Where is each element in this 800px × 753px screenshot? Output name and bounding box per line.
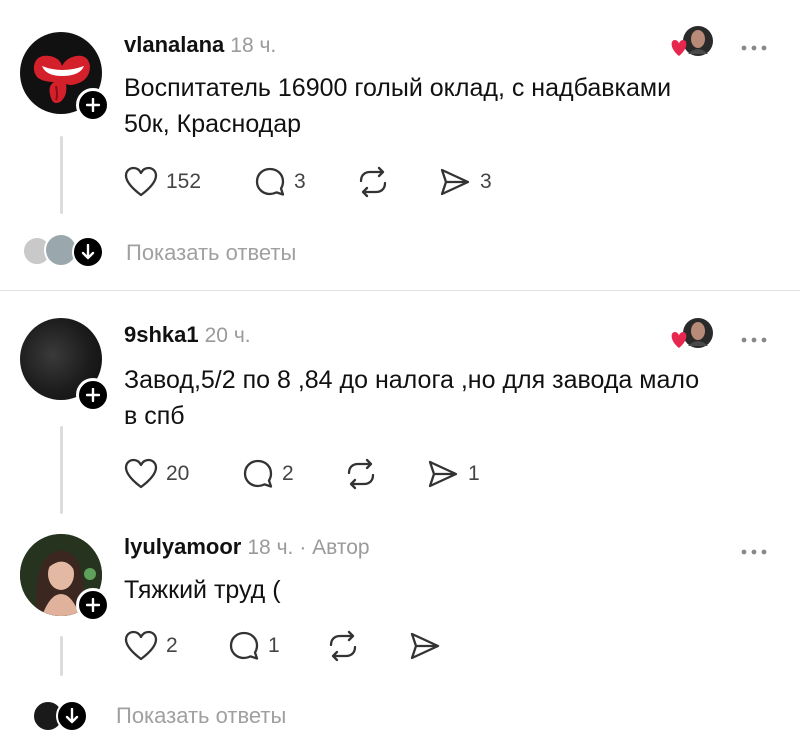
like-button[interactable]: 152 — [124, 166, 201, 198]
share-icon — [440, 168, 470, 196]
arrow-down-icon — [81, 244, 95, 260]
post-text-line: Тяжкий труд ( — [124, 576, 281, 604]
thread-line — [60, 136, 63, 214]
post-text-line: Воспитатель 16900 голый оклад, с надбавк… — [124, 74, 672, 102]
comment-button[interactable]: 3 — [254, 166, 306, 198]
thread-line — [60, 636, 63, 676]
comment-count: 2 — [282, 462, 294, 485]
comment-icon — [243, 459, 273, 488]
plus-icon — [86, 98, 100, 112]
comment-button[interactable]: 1 — [228, 630, 280, 662]
post-text-line: в спб — [124, 402, 185, 430]
follow-plus-button[interactable] — [76, 378, 110, 412]
heart-icon — [124, 166, 158, 197]
arrow-down-icon — [65, 708, 79, 724]
username[interactable]: vlanalana — [124, 32, 224, 57]
show-replies-link[interactable]: Показать ответы — [126, 240, 296, 266]
follow-plus-button[interactable] — [76, 88, 110, 122]
timestamp: 18 ч. — [230, 34, 277, 57]
like-button[interactable]: 2 — [124, 630, 178, 662]
heart-icon — [124, 630, 158, 661]
repost-icon — [347, 458, 375, 490]
repost-button[interactable] — [356, 166, 390, 198]
timestamp: 18 ч. — [247, 536, 294, 559]
more-options-button[interactable] — [740, 38, 768, 52]
post-text: Завод,5/2 по 8 ,84 до налога ,но для зав… — [124, 362, 699, 434]
post-text: Воспитатель 16900 голый оклад, с надбавк… — [124, 70, 671, 142]
more-icon — [741, 337, 767, 343]
more-options-button[interactable] — [740, 330, 768, 344]
repost-button[interactable] — [344, 458, 378, 490]
post-text-line: Завод,5/2 по 8 ,84 до налога ,но для зав… — [124, 366, 700, 394]
author-badge: · Автор — [299, 536, 370, 559]
heart-icon — [124, 458, 158, 489]
share-count: 3 — [480, 170, 492, 193]
like-count: 2 — [166, 634, 178, 657]
divider — [0, 290, 800, 291]
like-count: 152 — [166, 170, 202, 193]
username[interactable]: 9shka1 — [124, 322, 199, 347]
comment-count: 3 — [294, 170, 306, 193]
post-text-line: 50к, Краснодар — [124, 110, 302, 138]
share-icon — [410, 632, 440, 660]
follow-plus-button[interactable] — [76, 588, 110, 622]
post-header: vlanalana 18 ч. — [124, 32, 276, 58]
username[interactable]: lyulyamoor — [124, 534, 241, 559]
repost-icon — [359, 166, 387, 198]
timestamp: 20 ч. — [204, 324, 251, 347]
comment-icon — [255, 167, 285, 196]
more-options-button[interactable] — [740, 542, 768, 556]
liked-by-author-icon — [668, 24, 716, 62]
thread-line — [60, 426, 63, 514]
share-icon — [428, 460, 458, 488]
liked-by-author-icon — [668, 316, 716, 354]
share-button[interactable]: 1 — [426, 458, 480, 490]
post-header: lyulyamoor 18 ч. · Автор — [124, 534, 370, 560]
repost-button[interactable] — [326, 630, 360, 662]
comment-count: 1 — [268, 634, 280, 657]
repost-icon — [329, 630, 357, 662]
comment-button[interactable]: 2 — [242, 458, 294, 490]
more-icon — [741, 45, 767, 51]
plus-icon — [86, 388, 100, 402]
expand-replies-button[interactable] — [56, 700, 88, 732]
comment-icon — [229, 631, 259, 660]
share-button[interactable] — [408, 630, 442, 662]
like-button[interactable]: 20 — [124, 458, 189, 490]
share-count: 1 — [468, 462, 480, 485]
like-count: 20 — [166, 462, 190, 485]
post-header: 9shka1 20 ч. — [124, 322, 251, 348]
plus-icon — [86, 598, 100, 612]
share-button[interactable]: 3 — [438, 166, 492, 198]
show-replies-link[interactable]: Показать ответы — [116, 703, 286, 729]
expand-replies-button[interactable] — [72, 236, 104, 268]
more-icon — [741, 549, 767, 555]
post-text: Тяжкий труд ( — [124, 572, 281, 608]
